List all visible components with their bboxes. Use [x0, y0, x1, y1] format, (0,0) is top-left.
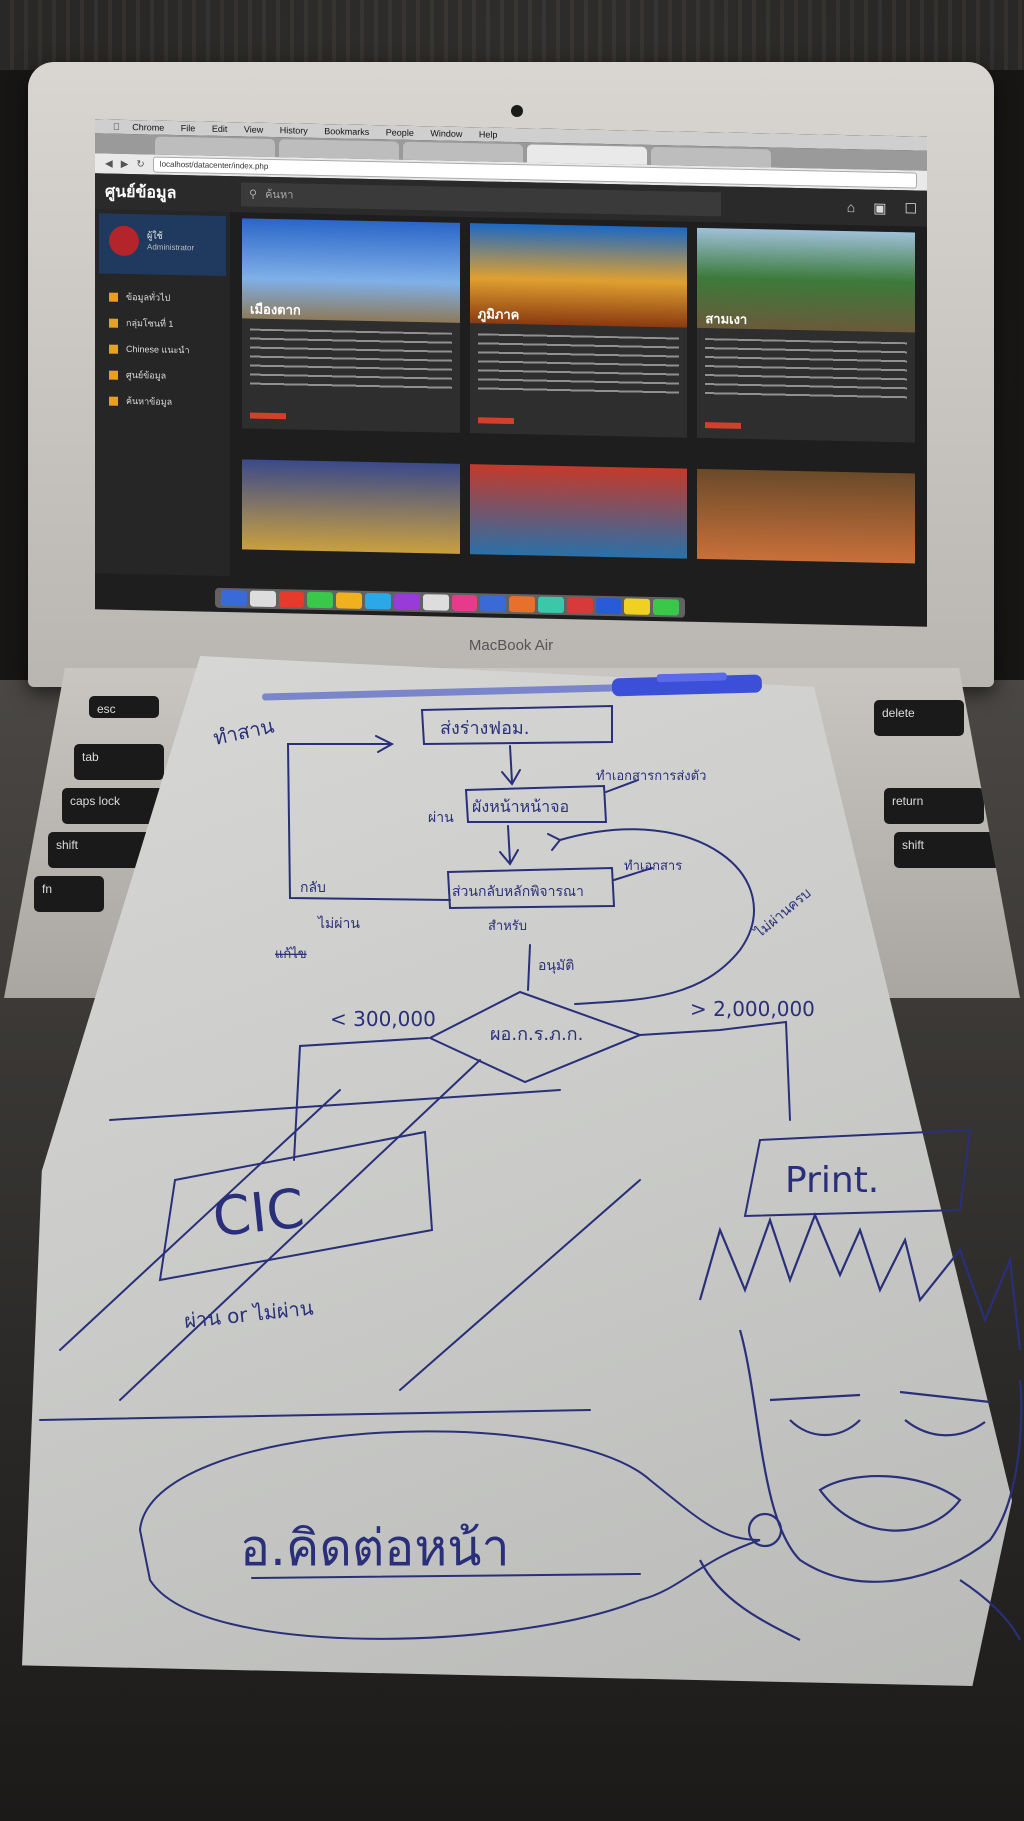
line-left — [293, 1037, 429, 1161]
loop-label: ไม่ผ่านครบ — [751, 885, 815, 942]
box-1-text: ส่งร่างฟอม. — [440, 718, 529, 739]
greater-than-label: > 2,000,000 — [690, 997, 815, 1021]
line-right — [639, 1020, 791, 1121]
arrow-2 — [499, 825, 519, 866]
box-2-side-text: ทำเอกสารการส่งตัว — [596, 769, 706, 784]
approve-label: อนุมัติ — [538, 958, 574, 974]
cic-text: CIC — [210, 1177, 307, 1249]
pass-label: ผ่าน — [428, 810, 454, 826]
box-3-below-text: สำหรับ — [488, 919, 527, 934]
fail-label: ไม่ผ่าน — [317, 915, 360, 932]
box-3-side-text: ทำเอกสาร — [624, 859, 682, 874]
loop-left — [286, 735, 451, 901]
strike-label: แก้ไข — [275, 946, 307, 962]
cic-below-text: ผ่าน or ไม่ผ่าน — [183, 1296, 315, 1333]
character-drawing — [698, 1212, 1023, 1641]
hatch — [39, 1059, 641, 1421]
loop-right — [547, 828, 755, 1005]
label-top-left: ทำสาน — [211, 714, 276, 750]
diamond-text: ผอ.ก.ร.ภ.ก. — [490, 1024, 583, 1045]
less-than-label: < 300,000 — [330, 1007, 436, 1031]
box-2-text: ผังหน้าหน้าจอ — [472, 797, 569, 816]
speech-text: อ.คิดต่อหน้า — [240, 1519, 510, 1577]
arrow-1 — [501, 745, 521, 786]
sketch-layer: ทำสาน ส่งร่างฟอม. ผังหน้าหน้าจอ ทำเอกสาร… — [39, 704, 1023, 1641]
box-3-text: ส่วนกลับหลักพิจารณา — [452, 884, 584, 900]
return-label: กลับ — [300, 880, 326, 896]
arrow-3 — [527, 944, 531, 991]
print-text: Print. — [785, 1160, 879, 1201]
